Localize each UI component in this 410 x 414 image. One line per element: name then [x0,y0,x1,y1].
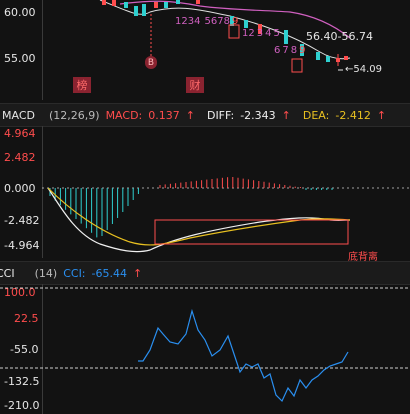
td-sequence-mid: 12 3 4 5 [242,28,280,39]
price-chart [99,0,351,73]
tag-bang[interactable]: 榜 [73,77,91,93]
tag-cai[interactable]: 财 [186,77,204,93]
cci-params: (14) [34,266,58,280]
cci-panel: 100.0 22.5 -55.0 -132.5 -210.0 [0,284,410,414]
up-arrow-icon: ↑ [185,108,195,122]
up-arrow-icon: ↑ [376,108,387,122]
diff-value: DIFF: -2.343 ↑ [206,108,291,122]
macd-name[interactable]: MACD [2,109,35,122]
macd-panel: 4.964 2.482 0.000 -2.482 -4.964 底背离 [0,126,410,263]
dea-line [47,187,351,246]
up-arrow-icon: ↑ [281,108,291,122]
macd-header[interactable]: MACD (12,26,9) MACD: 0.137 ↑ DIFF: -2.343 ↑ … [0,103,410,127]
cci-line [138,308,349,403]
cci-chart [0,287,410,403]
cci-header[interactable]: CCI (14) CCI:-65.44↑ [0,261,410,285]
macd-chart [42,177,410,253]
price-panel: 60.00 55.00 B 1234 5678 9 12 3 4 5 6 7 8… [0,0,410,100]
macd-params: (12,26,9) [48,108,100,122]
low-price-label: ←54.09 [345,64,383,75]
macd-value: MACD: 0.137 ↑ [105,108,195,122]
td-sequence-top: 1234 5678 9 [175,16,239,27]
cci-name[interactable]: CCI [0,267,15,280]
buy-marker: B [145,56,157,69]
cci-value: CCI: -65.44 ↑ [63,266,143,280]
dea-value: DEA: -2.412 ↑ [302,108,387,122]
price-range-label: 56.40-56.74 [306,30,373,43]
td-sequence-low: 6789 [274,45,306,56]
up-arrow-icon: ↑ [132,266,143,280]
macd-histogram [49,177,333,238]
